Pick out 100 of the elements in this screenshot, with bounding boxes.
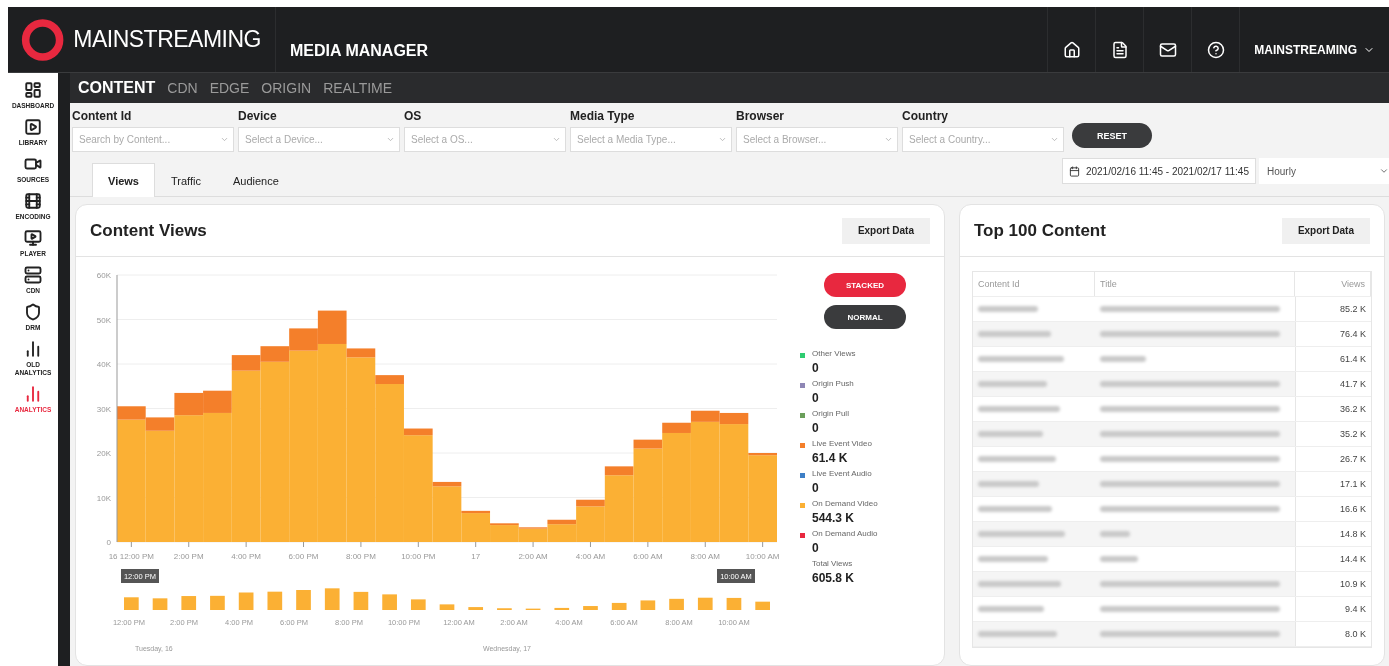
legend-label: Origin Push	[812, 379, 854, 388]
blurred-text	[1100, 531, 1130, 537]
card-title: Top 100 Content	[974, 220, 1106, 241]
axis-label: 6:00 AM	[633, 552, 663, 561]
legend-value: 61.4 K	[812, 451, 849, 465]
caret-icon	[552, 135, 561, 144]
axis-label: 8:00 PM	[346, 552, 376, 561]
filter-label: Media Type	[570, 109, 636, 123]
filter-label: OS	[404, 109, 423, 123]
reset-button[interactable]: RESET	[1072, 123, 1152, 148]
axis-label: 6:00 PM	[288, 552, 319, 561]
axis-label: 10K	[96, 493, 111, 503]
axis-label: 0	[106, 538, 111, 547]
help-icon[interactable]	[1206, 40, 1225, 59]
table-cell: 41.7 K	[1295, 372, 1371, 396]
server-icon	[24, 266, 42, 284]
legend-label: On Demand Audio	[812, 529, 878, 538]
table-cell: 10.9 K	[1295, 572, 1371, 596]
legend-value: 0	[812, 391, 820, 405]
document-icon[interactable]	[1110, 40, 1129, 59]
caret-icon	[1050, 135, 1059, 144]
shield-icon	[24, 303, 42, 321]
brand-name: MAINSTREAMING	[73, 26, 261, 53]
blurred-text	[978, 381, 1047, 387]
filter-label: Browser	[736, 109, 786, 123]
total-value: 605.8 K	[812, 571, 855, 585]
section-tab[interactable]: CDN	[167, 80, 198, 96]
axis-label: 17	[471, 552, 481, 561]
date-range-field[interactable]: 2021/02/16 11:45 - 2021/02/17 11:45	[1061, 158, 1256, 184]
column-header: Title	[1095, 272, 1295, 296]
mode-button[interactable]: STACKED	[824, 273, 906, 297]
axis-label: 2:00 PM	[173, 552, 204, 561]
axis-label: 50K	[96, 315, 111, 325]
bar-chart-icon	[24, 340, 42, 358]
axis-label: 10:00 PM	[401, 552, 436, 561]
filter-label: Country	[902, 109, 949, 123]
axis-label: 40K	[96, 360, 111, 369]
caret-icon	[220, 135, 229, 144]
legend-value: 544.3 K	[812, 511, 856, 525]
axis-label: 10:00 AM	[745, 552, 780, 561]
blurred-text	[978, 431, 1043, 437]
dashboard-icon	[24, 81, 42, 99]
export-button[interactable]: Export Data	[841, 217, 930, 244]
home-icon[interactable]	[1062, 40, 1081, 59]
monitor-icon	[24, 229, 42, 247]
view-tab[interactable]: Views	[92, 163, 155, 197]
blurred-text	[978, 606, 1044, 612]
blurred-text	[978, 481, 1039, 487]
section-tab[interactable]: CONTENT	[78, 79, 156, 97]
mail-icon[interactable]	[1158, 40, 1177, 59]
axis-label: 30K	[96, 404, 111, 414]
table-cell: 76.4 K	[1295, 322, 1371, 346]
mode-button[interactable]: NORMAL	[824, 305, 906, 329]
column-header: Content Id	[973, 272, 1095, 296]
table-cell: 17.1 K	[1295, 472, 1371, 496]
legend-value: 0	[812, 541, 820, 555]
section-tab[interactable]: EDGE	[209, 80, 250, 96]
axis-label: 60K	[96, 271, 111, 280]
total-label: Total Views	[812, 559, 854, 568]
filter-label: Device	[238, 109, 278, 123]
caret-icon	[718, 135, 727, 144]
blurred-text	[978, 556, 1048, 562]
table-cell: 8.0 K	[1295, 622, 1371, 646]
view-tab[interactable]: Audience	[216, 163, 295, 197]
export-button[interactable]: Export Data	[1281, 217, 1370, 244]
axis-label: 16 12:00 PM	[108, 552, 155, 561]
view-tab[interactable]: Traffic	[155, 163, 217, 197]
legend-label: On Demand Video	[812, 499, 878, 508]
legend-label: Other Views	[812, 349, 856, 358]
card-title: Content Views	[90, 220, 207, 241]
axis-label: 8:00 AM	[690, 552, 720, 561]
axis-label: 4:00 PM	[231, 552, 262, 561]
axis-label: 2:00 AM	[518, 552, 548, 561]
interval-select[interactable]: Hourly	[1259, 158, 1389, 184]
table-cell: 35.2 K	[1295, 422, 1371, 446]
column-header: Views	[1295, 272, 1371, 296]
blurred-text	[1100, 356, 1146, 362]
calendar-icon	[1068, 165, 1080, 177]
table-cell: 14.8 K	[1295, 522, 1371, 546]
bar-chart-icon	[24, 385, 42, 403]
section-tab[interactable]: ORIGIN	[261, 80, 312, 96]
section-tab[interactable]: REALTIME	[323, 80, 393, 96]
film-icon	[24, 192, 42, 210]
blurred-text	[1100, 556, 1138, 562]
legend-label: Origin Pull	[812, 409, 849, 418]
legend-label: Live Event Audio	[812, 469, 872, 478]
axis-label: 20K	[96, 449, 111, 458]
axis-label: 4:00 AM	[575, 552, 606, 561]
user-menu[interactable]: MAINSTREAMING	[1239, 7, 1389, 72]
legend-value: 0	[812, 481, 820, 495]
legend-label: Live Event Video	[812, 439, 872, 448]
legend-value: 0	[812, 421, 820, 435]
blurred-text	[978, 306, 1038, 312]
play-icon	[24, 118, 42, 136]
filter-label: Content Id	[72, 109, 133, 123]
legend-value: 0	[812, 361, 820, 375]
caret-icon	[884, 135, 893, 144]
caret-icon	[1379, 166, 1389, 176]
app-title: MEDIA MANAGER	[290, 42, 429, 60]
caret-icon	[386, 135, 395, 144]
